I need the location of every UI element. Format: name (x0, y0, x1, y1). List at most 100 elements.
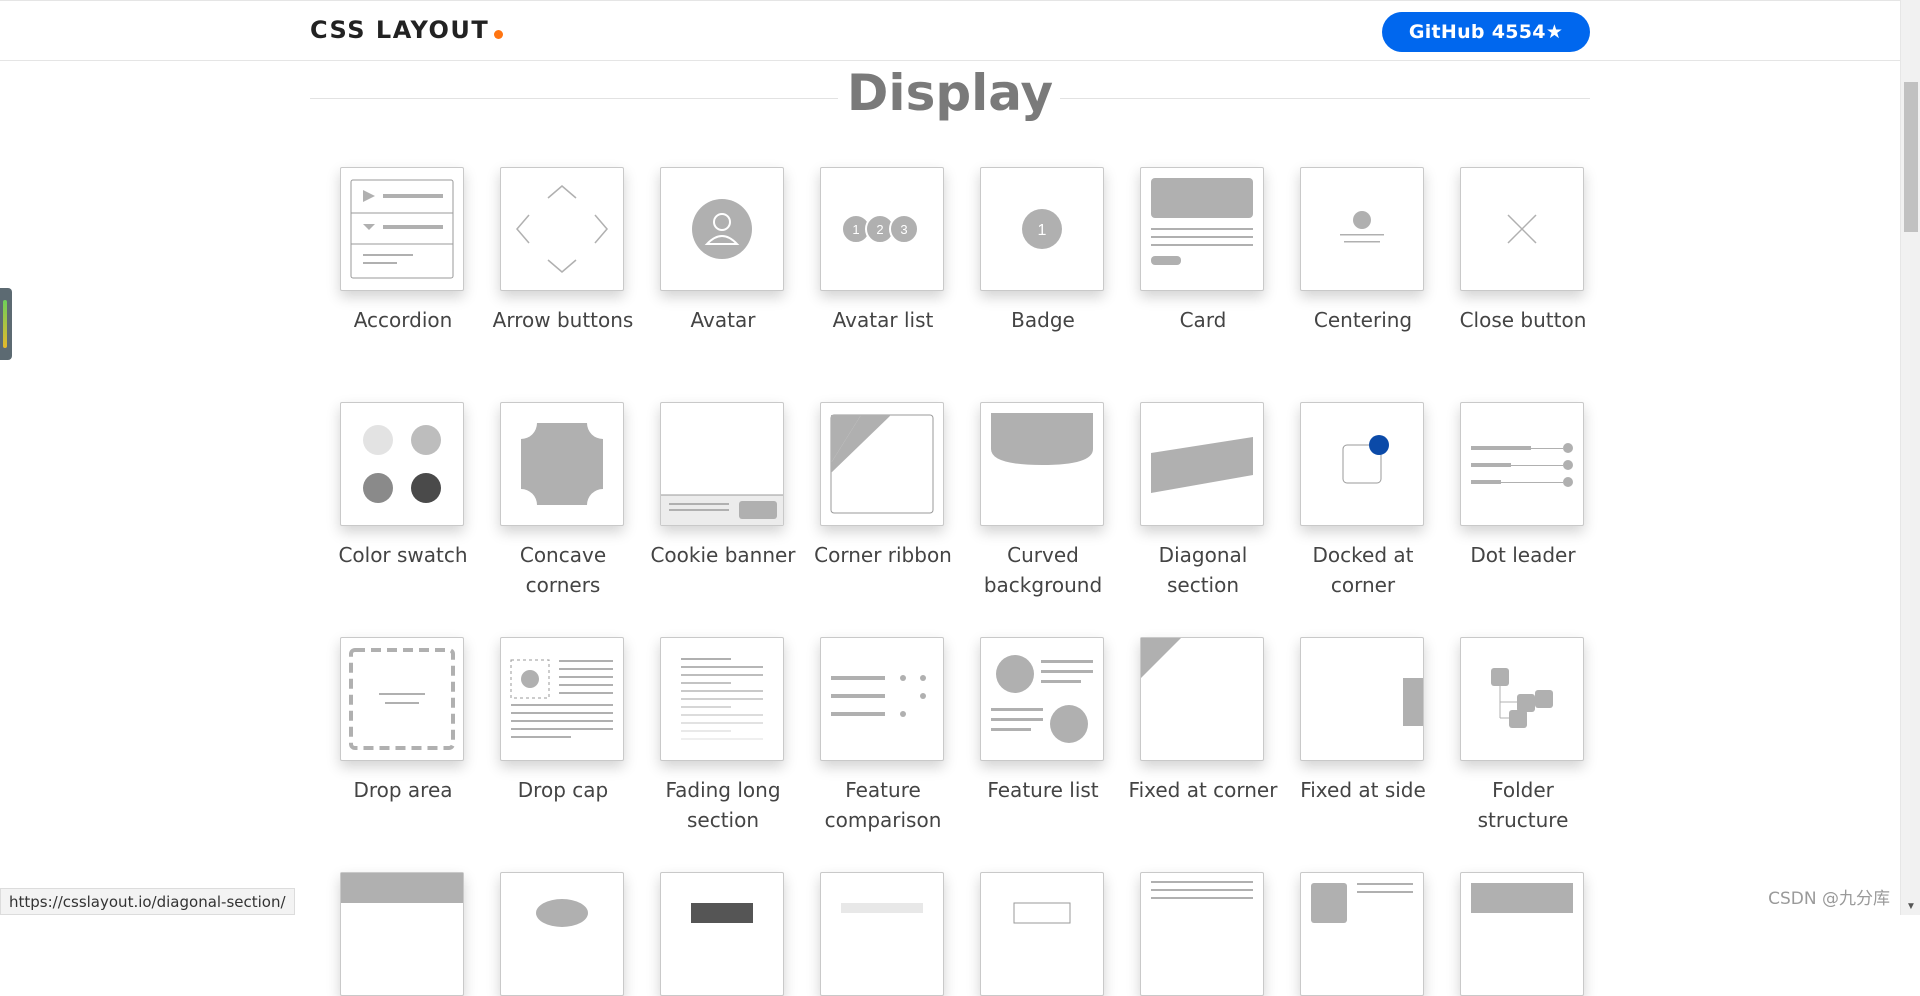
badge-icon: 1 (1022, 209, 1062, 249)
section-divider-right (1060, 98, 1590, 99)
pattern-label[interactable]: Fixed at side (1285, 775, 1441, 805)
close-icon (1507, 214, 1537, 244)
pattern-thumbnail[interactable] (660, 637, 784, 761)
feature-comparison-icon (831, 675, 926, 717)
pattern-thumbnail[interactable] (1300, 167, 1424, 291)
pattern-label[interactable]: Arrow buttons (485, 305, 641, 335)
pattern-label[interactable]: Dot leader (1445, 540, 1601, 570)
pattern-preview-icon (1013, 902, 1071, 924)
pattern-label[interactable]: Cookie banner (645, 540, 801, 570)
pattern-thumbnail[interactable] (820, 637, 944, 761)
pattern-thumbnail[interactable] (340, 637, 464, 761)
section-divider-left (310, 98, 838, 99)
pattern-thumbnail[interactable] (500, 637, 624, 761)
scroll-down-arrow-icon[interactable]: ▼ (1905, 901, 1917, 913)
pattern-thumbnail[interactable] (1140, 637, 1264, 761)
pattern-thumbnail[interactable] (500, 872, 624, 996)
drop-area-icon (349, 648, 455, 750)
badge-number: 1 (1038, 222, 1047, 239)
docked-at-corner-icon (1342, 435, 1389, 484)
pattern-thumbnail[interactable] (1300, 872, 1424, 996)
avatar-number: 2 (876, 222, 883, 237)
pattern-label[interactable]: Fixed at corner (1125, 775, 1281, 805)
pattern-thumbnail[interactable] (980, 637, 1104, 761)
pattern-label[interactable]: Fading long section (645, 775, 801, 835)
pattern-label[interactable]: Drop area (325, 775, 481, 805)
centering-icon (1340, 211, 1384, 243)
status-bar-url: https://csslayout.io/diagonal-section/ (0, 888, 295, 915)
arrow-buttons-icon (516, 185, 608, 273)
corner-ribbon-icon (830, 414, 934, 514)
fixed-at-corner-icon (1141, 638, 1181, 678)
pattern-label[interactable]: Badge (965, 305, 1121, 335)
pattern-thumbnail[interactable]: 1 (980, 167, 1104, 291)
pattern-label[interactable]: Accordion (325, 305, 481, 335)
pattern-thumbnail[interactable] (1460, 872, 1584, 996)
pattern-label[interactable]: Folder structure (1445, 775, 1601, 835)
avatar-list-icon: 1 2 3 (841, 214, 919, 244)
pattern-thumbnail[interactable]: 1 2 3 (820, 167, 944, 291)
pattern-label[interactable]: Docked at corner (1285, 540, 1441, 600)
pattern-thumbnail[interactable] (980, 872, 1104, 996)
pattern-preview-icon (1151, 881, 1253, 899)
pattern-label[interactable]: Avatar (645, 305, 801, 335)
pattern-thumbnail[interactable] (1140, 402, 1264, 526)
pattern-label[interactable]: Centering (1285, 305, 1441, 335)
section-title: Display (846, 64, 1054, 122)
pattern-preview-icon (691, 903, 753, 923)
logo-dot (494, 30, 504, 39)
pattern-thumbnail[interactable] (1460, 402, 1584, 526)
pattern-label[interactable]: Feature list (965, 775, 1121, 805)
color-swatch-icon (363, 425, 441, 503)
pattern-thumbnail[interactable] (500, 402, 624, 526)
pattern-thumbnail[interactable] (660, 402, 784, 526)
folder-structure-icon (1491, 668, 1553, 728)
drop-cap-icon (510, 659, 613, 738)
cookie-banner-icon (661, 494, 783, 525)
scrollbar[interactable]: ▼ (1900, 0, 1920, 915)
pattern-thumbnail[interactable] (820, 402, 944, 526)
pattern-label[interactable]: Card (1125, 305, 1281, 335)
pattern-thumbnail[interactable] (1300, 402, 1424, 526)
site-logo[interactable]: CSS LAYOUT (310, 16, 504, 44)
pattern-preview-icon (536, 899, 588, 927)
pattern-thumbnail[interactable] (500, 167, 624, 291)
avatar-number: 3 (900, 222, 907, 237)
pattern-thumbnail[interactable] (660, 872, 784, 996)
dot-leader-icon (1471, 443, 1573, 487)
concave-corners-icon (521, 423, 603, 505)
pattern-thumbnail[interactable] (340, 402, 464, 526)
pattern-thumbnail[interactable] (340, 167, 464, 291)
pattern-preview-icon (841, 903, 923, 913)
pattern-thumbnail[interactable] (1460, 637, 1584, 761)
fading-long-section-icon (681, 658, 763, 740)
avatar-number: 1 (852, 222, 859, 237)
feature-list-icon (991, 655, 1093, 743)
pattern-thumbnail[interactable] (1140, 167, 1264, 291)
pattern-thumbnail[interactable] (340, 872, 464, 996)
pattern-preview-icon (1311, 883, 1413, 923)
pattern-label[interactable]: Corner ribbon (805, 540, 961, 570)
watermark: CSDN @九分库 (1768, 889, 1890, 909)
pattern-label[interactable]: Curved background (965, 540, 1121, 600)
pattern-thumbnail[interactable] (980, 402, 1104, 526)
pattern-label[interactable]: Color swatch (325, 540, 481, 570)
pattern-label[interactable]: Drop cap (485, 775, 641, 805)
scrollbar-thumb[interactable] (1904, 82, 1918, 232)
accordion-icon (350, 179, 454, 279)
pattern-preview-icon (341, 873, 463, 903)
pattern-label[interactable]: Close button (1445, 305, 1601, 335)
pattern-label[interactable]: Concave corners (485, 540, 641, 600)
github-button[interactable]: GitHub 4554★ (1382, 12, 1590, 52)
pattern-thumbnail[interactable] (820, 872, 944, 996)
site-header: CSS LAYOUT GitHub 4554★ (0, 0, 1900, 61)
pattern-thumbnail[interactable] (1300, 637, 1424, 761)
pattern-thumbnail[interactable] (1460, 167, 1584, 291)
side-widget[interactable] (0, 288, 12, 360)
pattern-label[interactable]: Diagonal section (1125, 540, 1281, 600)
pattern-thumbnail[interactable] (1140, 872, 1264, 996)
pattern-thumbnail[interactable] (660, 167, 784, 291)
fixed-at-side-icon (1403, 678, 1423, 726)
pattern-label[interactable]: Avatar list (805, 305, 961, 335)
pattern-label[interactable]: Feature comparison (805, 775, 961, 835)
